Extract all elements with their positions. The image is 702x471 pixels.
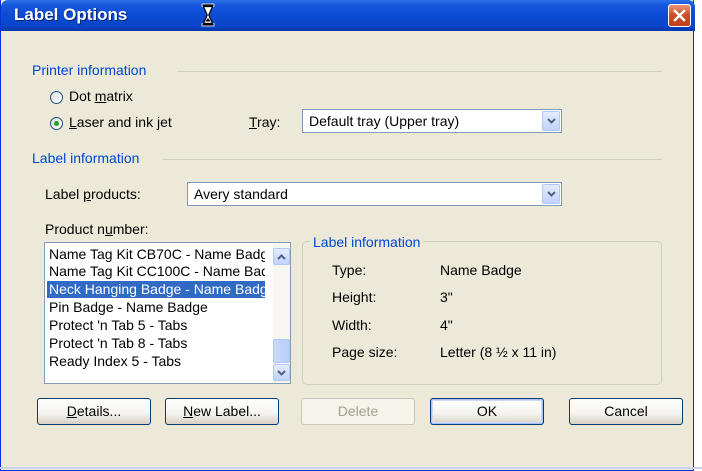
- height-label: Height:: [332, 289, 377, 305]
- chevron-down-icon: [277, 369, 286, 376]
- list-item[interactable]: Protect 'n Tab 5 - Tabs: [49, 317, 265, 334]
- label-options-dialog: Label Options Printer information Dot ma…: [0, 0, 695, 471]
- width-label: Width:: [332, 317, 372, 333]
- laser-ink-jet-label[interactable]: Laser and ink jet: [69, 114, 172, 130]
- close-button[interactable]: [668, 4, 691, 27]
- page-size-label: Page size:: [332, 344, 398, 360]
- hourglass-icon: [201, 3, 215, 31]
- label-products-label: Label products:: [45, 186, 141, 202]
- tray-label-post: ray:: [257, 114, 281, 130]
- label-products-dropdown-button[interactable]: [542, 184, 560, 204]
- laser-ink-jet-radio[interactable]: [50, 117, 63, 130]
- details-button-key: D: [66, 403, 77, 419]
- laser-label-post: aser and ink jet: [76, 114, 172, 130]
- product-number-pre: Product n: [45, 221, 105, 237]
- chevron-down-icon: [546, 191, 556, 197]
- label-products-key: p: [83, 186, 91, 202]
- product-number-label: Product number:: [45, 221, 149, 237]
- tray-label-key: T: [249, 114, 258, 130]
- new-label-button-key: N: [183, 403, 194, 419]
- bottom-edge: [0, 467, 702, 469]
- list-item-selected[interactable]: Neck Hanging Badge - Name Badge: [47, 281, 265, 298]
- scroll-thumb[interactable]: [273, 339, 290, 363]
- list-item[interactable]: Ready Index 5 - Tabs: [49, 353, 265, 370]
- product-number-key: u: [104, 221, 113, 237]
- radio-selected-dot: [54, 121, 59, 126]
- ok-button[interactable]: OK: [430, 398, 544, 425]
- type-value: Name Badge: [440, 262, 522, 278]
- chevron-down-icon: [546, 118, 556, 124]
- printer-group-divider: [177, 71, 662, 72]
- label-products-select[interactable]: Avery standard: [187, 182, 562, 206]
- details-button[interactable]: Details...: [37, 398, 151, 425]
- label-products-value: Avery standard: [194, 186, 288, 202]
- list-item[interactable]: Protect 'n Tab 8 - Tabs: [49, 335, 265, 352]
- width-value: 4": [440, 317, 453, 333]
- product-number-post: mber:: [112, 221, 149, 237]
- label-products-post: roducts:: [90, 186, 141, 202]
- label-products-pre: Label: [45, 186, 84, 202]
- label-group-divider: [163, 159, 662, 160]
- height-value: 3": [440, 289, 453, 305]
- new-label-button-rest: ew Label...: [193, 403, 261, 419]
- title-bar[interactable]: Label Options: [1, 0, 695, 31]
- scroll-down-button[interactable]: [273, 364, 290, 381]
- delete-button[interactable]: Delete: [301, 398, 415, 425]
- type-label: Type:: [332, 262, 367, 278]
- tray-select[interactable]: Default tray (Upper tray): [302, 109, 562, 133]
- close-icon: [673, 9, 686, 22]
- list-item[interactable]: Name Tag Kit CC100C - Name Badge: [49, 263, 265, 280]
- printer-information-group-label: Printer information: [32, 62, 147, 78]
- dot-matrix-label-post: atrix: [106, 88, 133, 104]
- laser-label-key: L: [69, 114, 77, 130]
- list-item[interactable]: Pin Badge - Name Badge: [49, 299, 265, 316]
- dot-matrix-label-key: m: [94, 88, 107, 104]
- new-label-button[interactable]: New Label...: [165, 398, 279, 425]
- window-title: Label Options: [14, 5, 128, 24]
- label-details-title: Label information: [310, 234, 424, 250]
- cancel-button[interactable]: Cancel: [569, 398, 683, 425]
- tray-dropdown-button[interactable]: [542, 111, 560, 131]
- product-number-list[interactable]: Name Tag Kit CB70C - Name Badge Name Tag…: [44, 242, 291, 384]
- list-scrollbar[interactable]: [273, 243, 290, 383]
- page-size-value: Letter (8 ½ x 11 in): [440, 344, 557, 360]
- chevron-up-icon: [277, 253, 286, 260]
- tray-value: Default tray (Upper tray): [309, 113, 460, 129]
- scroll-up-button[interactable]: [273, 248, 290, 265]
- dot-matrix-label[interactable]: Dot matrix: [69, 88, 133, 104]
- list-item[interactable]: Name Tag Kit CB70C - Name Badge: [49, 246, 265, 263]
- dot-matrix-label-pre: Dot: [69, 88, 95, 104]
- label-information-group-label: Label information: [32, 150, 140, 166]
- details-button-rest: etails...: [76, 403, 122, 419]
- dot-matrix-radio[interactable]: [50, 91, 63, 104]
- tray-label: Tray:: [249, 114, 280, 130]
